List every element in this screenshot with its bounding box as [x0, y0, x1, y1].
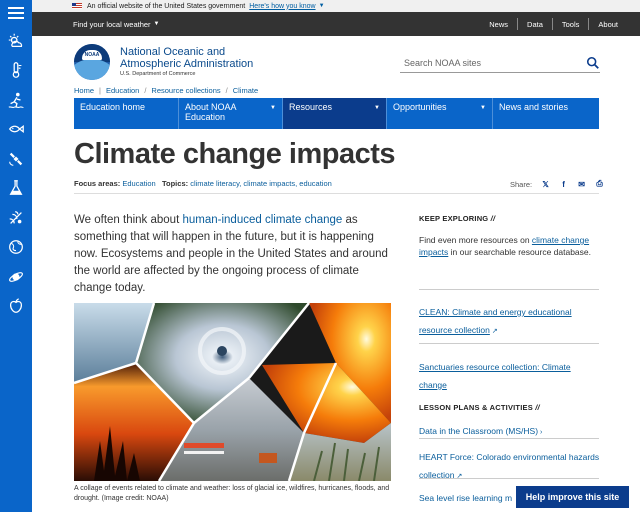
climate-icon[interactable]: [0, 56, 32, 86]
chevron-down-icon: ▼: [480, 105, 486, 111]
global-icon[interactable]: [0, 233, 32, 263]
topics-links[interactable]: climate literacy, climate impacts, educa…: [190, 179, 332, 188]
chevron-down-icon: ▼: [374, 105, 380, 111]
gov-banner: An official website of the United States…: [32, 0, 640, 12]
utility-links: News Data Tools About: [480, 18, 627, 30]
divider: [419, 438, 599, 439]
noaa-logo[interactable]: NOAA: [74, 44, 110, 80]
focus-education-link[interactable]: Education: [122, 179, 155, 188]
share-bar: Share: 𝕏 f ✉ ⎙: [510, 179, 604, 189]
nav-opportunities[interactable]: Opportunities ▼: [387, 98, 493, 129]
search-icon[interactable]: [586, 56, 600, 70]
divider: [74, 193, 599, 194]
external-link-icon: ↗: [491, 328, 498, 335]
divider: [419, 478, 599, 479]
breadcrumb-home[interactable]: Home: [74, 86, 94, 95]
email-icon[interactable]: ✉: [577, 180, 586, 189]
breadcrumb-education[interactable]: Education: [106, 86, 139, 95]
marine-life-icon[interactable]: [0, 115, 32, 145]
department-name: U.S. Department of Commerce: [120, 71, 196, 77]
heart-force-link[interactable]: HEART Force: Colorado environmental haza…: [419, 452, 599, 480]
planet-icon[interactable]: [0, 262, 32, 292]
breadcrumb: Home | Education / Resource collections …: [74, 86, 259, 95]
nav-education-home[interactable]: Education home: [74, 98, 179, 129]
print-icon[interactable]: ⎙: [595, 179, 604, 189]
search-input[interactable]: [400, 57, 570, 68]
logo-text: NOAA: [84, 52, 100, 58]
image-caption: A collage of events related to climate a…: [74, 485, 390, 502]
facebook-icon[interactable]: f: [559, 180, 568, 189]
keep-exploring-text: Find even more resources on climate chan…: [419, 235, 591, 257]
org-name[interactable]: National Oceanic and Atmospheric Adminis…: [120, 46, 253, 70]
main-nav: Education home About NOAA Education ▼ Re…: [74, 98, 599, 129]
local-weather-label: Find your local weather: [73, 19, 151, 29]
divider: [419, 343, 599, 344]
chevron-right-icon: ›: [540, 429, 543, 436]
chevron-down-icon: ▼: [270, 105, 276, 111]
sea-level-rise-link[interactable]: Sea level rise learning m: [419, 493, 512, 503]
search-bar: [400, 53, 600, 73]
biology-icon[interactable]: [0, 203, 32, 233]
data-link[interactable]: Data: [518, 20, 552, 29]
nav-news-and-stories[interactable]: News and stories: [493, 98, 599, 129]
gov-banner-text: An official website of the United States…: [87, 2, 246, 10]
keep-exploring-heading: KEEP EXPLORING //: [419, 214, 496, 223]
weather-icon[interactable]: [0, 26, 32, 56]
health-icon[interactable]: [0, 292, 32, 322]
science-icon[interactable]: [0, 174, 32, 204]
satellites-icon[interactable]: [0, 144, 32, 174]
nav-about-noaa-education[interactable]: About NOAA Education ▼: [179, 98, 283, 129]
climate-collage-image: [74, 303, 391, 481]
breadcrumb-climate[interactable]: Climate: [233, 86, 258, 95]
about-link[interactable]: About: [589, 20, 627, 29]
intro-paragraph: We often think about human-induced clima…: [74, 214, 388, 294]
local-weather-dropdown[interactable]: Find your local weather ▼: [73, 20, 160, 29]
left-sidebar: [0, 0, 32, 512]
us-flag-icon: [72, 3, 82, 9]
chevron-down-icon: ▼: [153, 21, 160, 27]
breadcrumb-resource-collections[interactable]: Resource collections: [151, 86, 220, 95]
news-link[interactable]: News: [480, 20, 517, 29]
utility-bar: Find your local weather ▼ News Data Tool…: [32, 12, 640, 36]
nav-resources[interactable]: Resources ▼: [283, 98, 387, 129]
human-induced-climate-change-link[interactable]: human-induced climate change: [182, 214, 342, 226]
ocean-coasts-icon[interactable]: [0, 85, 32, 115]
x-twitter-icon[interactable]: 𝕏: [541, 180, 550, 189]
sanctuaries-collection-link[interactable]: Sanctuaries resource collection: Climate…: [419, 362, 571, 390]
tools-link[interactable]: Tools: [553, 20, 589, 29]
heres-how-you-know-link[interactable]: Here's how you know: [249, 3, 315, 10]
divider: [419, 289, 599, 290]
focus-areas: Focus areas: Education Topics: climate l…: [74, 179, 332, 188]
lesson-item: Data in the Classroom (MS/HS) ›: [419, 421, 600, 439]
page-title: Climate change impacts: [74, 138, 396, 170]
clean-resource-item: CLEAN: Climate and energy educational re…: [419, 302, 600, 338]
data-in-classroom-link[interactable]: Data in the Classroom (MS/HS): [419, 426, 538, 436]
chevron-down-icon[interactable]: ▼: [319, 3, 325, 9]
sanctuaries-resource-item: Sanctuaries resource collection: Climate…: [419, 357, 600, 393]
help-improve-site-button[interactable]: Help improve this site: [516, 486, 629, 508]
lesson-plans-heading: LESSON PLANS & ACTIVITIES //: [419, 403, 540, 412]
menu-icon[interactable]: [0, 0, 32, 26]
